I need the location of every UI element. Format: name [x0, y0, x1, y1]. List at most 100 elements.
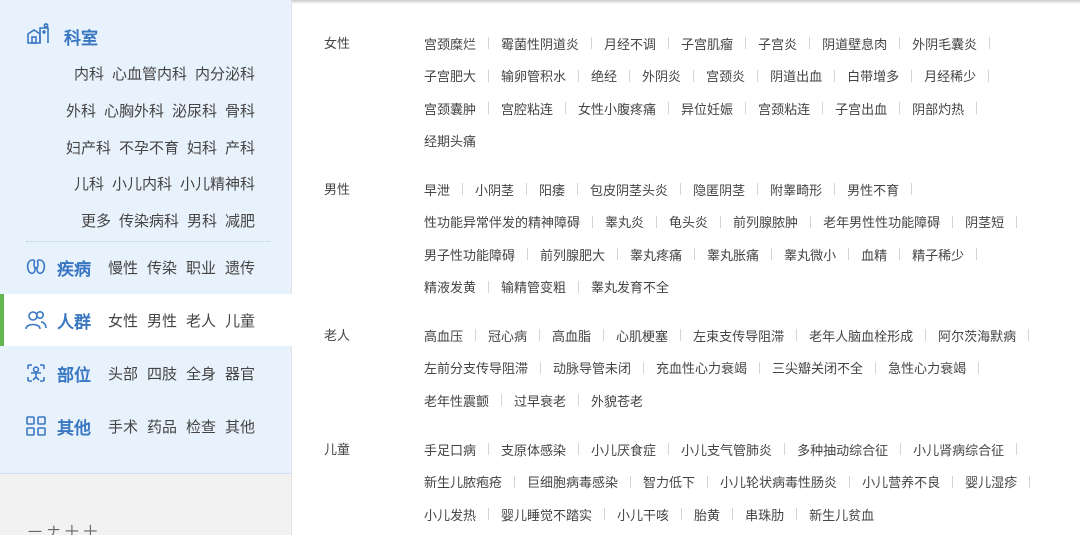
- disease-tag[interactable]: 动脉导管未闭: [553, 358, 631, 377]
- disease-tag[interactable]: 前列腺肥大: [540, 245, 605, 264]
- disease-tag[interactable]: 小儿干咳: [617, 505, 669, 524]
- disease-tag[interactable]: 男子性功能障碍: [424, 245, 515, 264]
- disease-tag[interactable]: 睾丸炎: [605, 212, 644, 231]
- disease-tag[interactable]: 婴儿湿疹: [965, 472, 1017, 491]
- disease-tag[interactable]: 支原体感染: [501, 440, 566, 459]
- department-header[interactable]: 科室: [26, 23, 98, 49]
- category-sub-link[interactable]: 四肢: [147, 363, 177, 384]
- category-sub-link[interactable]: 传染: [147, 257, 177, 278]
- department-link[interactable]: 小儿内科: [112, 173, 172, 194]
- department-link[interactable]: 妇产科: [66, 137, 111, 158]
- department-link[interactable]: 外科: [66, 100, 96, 121]
- department-link[interactable]: 心胸外科: [104, 100, 164, 121]
- category-sub-link[interactable]: 老人: [186, 310, 216, 331]
- category-sub-link[interactable]: 职业: [186, 257, 216, 278]
- disease-tag[interactable]: 包皮阴茎头炎: [590, 180, 668, 199]
- category-row[interactable]: 人群 女性 男性 老人 儿童: [0, 294, 292, 346]
- disease-tag[interactable]: 老年性震颤: [424, 391, 489, 410]
- disease-tag[interactable]: 月经不调: [604, 34, 656, 53]
- disease-tag[interactable]: 多种抽动综合征: [797, 440, 888, 459]
- disease-tag[interactable]: 外貌苍老: [591, 391, 643, 410]
- disease-tag[interactable]: 心肌梗塞: [616, 326, 668, 345]
- disease-tag[interactable]: 胎黄: [694, 505, 720, 524]
- disease-tag[interactable]: 高血压: [424, 326, 463, 345]
- category-sub-link[interactable]: 头部: [108, 363, 138, 384]
- disease-tag[interactable]: 过早衰老: [514, 391, 566, 410]
- disease-tag[interactable]: 手足口病: [424, 440, 476, 459]
- department-link[interactable]: 更多: [81, 210, 111, 231]
- disease-tag[interactable]: 附睾畸形: [770, 180, 822, 199]
- department-link[interactable]: 儿科: [74, 173, 104, 194]
- disease-tag[interactable]: 子宫出血: [835, 99, 887, 118]
- disease-tag[interactable]: 输卵管积水: [501, 66, 566, 85]
- disease-tag[interactable]: 老年男性性功能障碍: [823, 212, 940, 231]
- disease-tag[interactable]: 宫颈炎: [706, 66, 745, 85]
- disease-tag[interactable]: 小儿发热: [424, 505, 476, 524]
- disease-tag[interactable]: 小儿厌食症: [591, 440, 656, 459]
- disease-tag[interactable]: 血精: [861, 245, 887, 264]
- disease-tag[interactable]: 外阴炎: [642, 66, 681, 85]
- disease-tag[interactable]: 早泄: [424, 180, 450, 199]
- disease-tag[interactable]: 女性小腹疼痛: [578, 99, 656, 118]
- category-sub-link[interactable]: 其他: [225, 416, 255, 437]
- disease-tag[interactable]: 小儿轮状病毒性肠炎: [720, 472, 837, 491]
- disease-tag[interactable]: 子宫肌瘤: [681, 34, 733, 53]
- department-link[interactable]: 不孕不育: [119, 137, 179, 158]
- disease-tag[interactable]: 龟头炎: [669, 212, 708, 231]
- disease-tag[interactable]: 经期头痛: [424, 131, 476, 150]
- disease-tag[interactable]: 充血性心力衰竭: [656, 358, 747, 377]
- disease-tag[interactable]: 高血脂: [552, 326, 591, 345]
- category-sub-link[interactable]: 慢性: [108, 257, 138, 278]
- department-link[interactable]: 泌尿科: [172, 100, 217, 121]
- disease-tag[interactable]: 小儿支气管肺炎: [681, 440, 772, 459]
- category-sub-link[interactable]: 男性: [147, 310, 177, 331]
- disease-tag[interactable]: 睾丸发育不全: [591, 277, 669, 296]
- disease-tag[interactable]: 冠心病: [488, 326, 527, 345]
- disease-tag[interactable]: 子宫肥大: [424, 66, 476, 85]
- disease-tag[interactable]: 睾丸微小: [784, 245, 836, 264]
- disease-tag[interactable]: 阿尔茨海默病: [938, 326, 1016, 345]
- disease-tag[interactable]: 智力低下: [643, 472, 695, 491]
- category-row[interactable]: 其他 手术 药品 检查 其他: [0, 400, 291, 452]
- disease-tag[interactable]: 小阴茎: [475, 180, 514, 199]
- disease-tag[interactable]: 阴道出血: [770, 66, 822, 85]
- category-sub-link[interactable]: 儿童: [225, 310, 255, 331]
- disease-tag[interactable]: 宫腔粘连: [501, 99, 553, 118]
- disease-tag[interactable]: 左束支传导阻滞: [693, 326, 784, 345]
- disease-tag[interactable]: 绝经: [591, 66, 617, 85]
- department-link[interactable]: 小儿精神科: [180, 173, 255, 194]
- disease-tag[interactable]: 小儿肾病综合征: [913, 440, 1004, 459]
- department-link[interactable]: 男科: [187, 210, 217, 231]
- disease-tag[interactable]: 性功能异常伴发的精神障碍: [424, 212, 580, 231]
- category-sub-link[interactable]: 女性: [108, 310, 138, 331]
- disease-tag[interactable]: 巨细胞病毒感染: [527, 472, 618, 491]
- disease-tag[interactable]: 串珠肋: [745, 505, 784, 524]
- disease-tag[interactable]: 异位妊娠: [681, 99, 733, 118]
- disease-tag[interactable]: 宫颈粘连: [758, 99, 810, 118]
- category-row[interactable]: 疾病 慢性 传染 职业 遗传: [0, 241, 291, 293]
- category-sub-link[interactable]: 手术: [108, 416, 138, 437]
- disease-tag[interactable]: 精液发黄: [424, 277, 476, 296]
- disease-tag[interactable]: 隐匿阴茎: [693, 180, 745, 199]
- category-sub-link[interactable]: 药品: [147, 416, 177, 437]
- disease-tag[interactable]: 阳痿: [539, 180, 565, 199]
- disease-tag[interactable]: 月经稀少: [924, 66, 976, 85]
- disease-tag[interactable]: 老年人脑血栓形成: [809, 326, 913, 345]
- disease-tag[interactable]: 男性不育: [847, 180, 899, 199]
- disease-tag[interactable]: 霉菌性阴道炎: [501, 34, 579, 53]
- disease-tag[interactable]: 急性心力衰竭: [888, 358, 966, 377]
- department-link[interactable]: 心血管内科: [112, 63, 187, 84]
- department-link[interactable]: 妇科: [187, 137, 217, 158]
- disease-tag[interactable]: 阴部灼热: [912, 99, 964, 118]
- disease-tag[interactable]: 阴茎短: [965, 212, 1004, 231]
- disease-tag[interactable]: 新生儿贫血: [809, 505, 874, 524]
- category-sub-link[interactable]: 检查: [186, 416, 216, 437]
- category-sub-link[interactable]: 器官: [225, 363, 255, 384]
- disease-tag[interactable]: 睾丸胀痛: [707, 245, 759, 264]
- disease-tag[interactable]: 输精管变粗: [501, 277, 566, 296]
- disease-tag[interactable]: 三尖瓣关闭不全: [772, 358, 863, 377]
- disease-tag[interactable]: 宫颈囊肿: [424, 99, 476, 118]
- department-link[interactable]: 产科: [225, 137, 255, 158]
- department-link[interactable]: 骨科: [225, 100, 255, 121]
- disease-tag[interactable]: 婴儿睡觉不踏实: [501, 505, 592, 524]
